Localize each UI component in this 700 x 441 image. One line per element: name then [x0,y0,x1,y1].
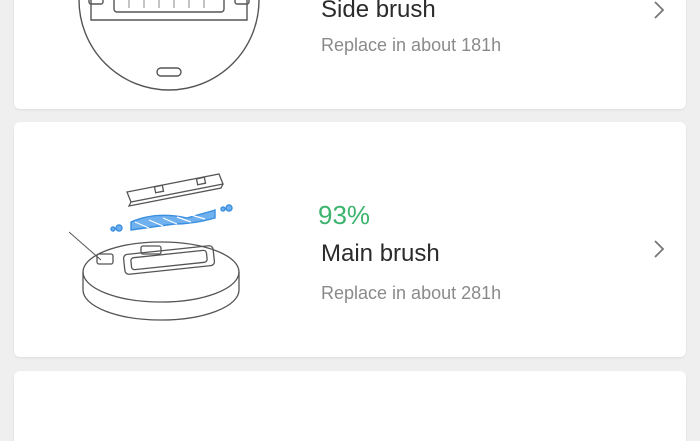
replace-time-text: Replace in about 181h [321,35,502,55]
consumables-screen: Side brush Replace in about 181h 93% Mai… [0,0,700,441]
replace-time-text: Replace in about 281h [321,283,502,303]
consumable-card-main-brush[interactable]: 93% Main brush Replace in about 281h [14,122,686,357]
robot-underside-icon [78,0,260,91]
consumable-name: Side brush [321,0,436,23]
remaining-percent: 93% [318,200,371,230]
chevron-right-icon[interactable] [652,0,666,20]
chevron-right-icon[interactable] [652,239,666,259]
consumable-name: Main brush [321,240,440,267]
main-brush-icon [69,173,240,321]
consumable-card-side-brush[interactable]: Side brush Replace in about 181h [14,0,686,109]
consumable-card-next[interactable] [14,371,686,441]
